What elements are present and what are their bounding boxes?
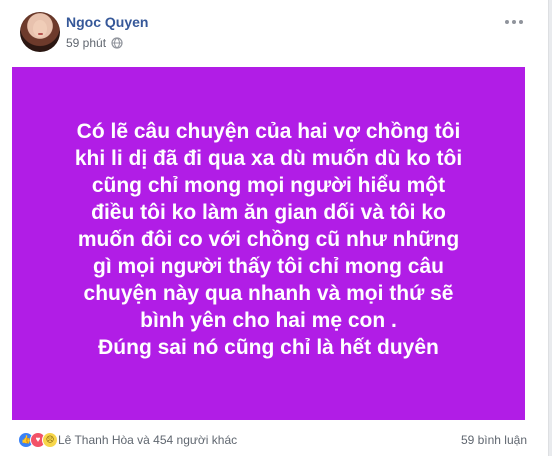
- post-text: Có lẽ câu chuyện của hai vợ chồng tôi kh…: [12, 118, 525, 361]
- more-options-button[interactable]: [502, 13, 526, 31]
- post-text-line: chuyện này qua nhanh và mọi thứ sẽ: [83, 282, 454, 305]
- comments-count-link[interactable]: 59 bình luận: [461, 432, 527, 448]
- reactions-count-link[interactable]: Lê Thanh Hòa và 454 người khác: [58, 432, 237, 448]
- sad-icon: ☹: [42, 432, 58, 448]
- facebook-post-page: Ngoc Quyen 59 phút Có lẽ câu chuyện của …: [0, 0, 552, 456]
- post-text-line: cũng chỉ mong mọi người hiểu một: [91, 174, 446, 197]
- post-text-line: khi li dị đã đi qua xa dù muốn dù ko tôi: [74, 147, 463, 170]
- more-icon: [505, 20, 523, 24]
- post-text-line: điều tôi ko làm ăn gian dối và tôi ko: [91, 201, 446, 224]
- author-name-link[interactable]: Ngoc Quyen: [66, 13, 148, 31]
- post-text-line: Có lẽ câu chuyện của hai vợ chồng tôi: [76, 120, 461, 143]
- post-header: Ngoc Quyen 59 phút: [0, 0, 548, 62]
- post-card: Ngoc Quyen 59 phút Có lẽ câu chuyện của …: [0, 0, 549, 456]
- post-meta: 59 phút: [66, 35, 123, 51]
- reaction-summary[interactable]: 👍 ♥ ☹: [18, 432, 62, 448]
- post-text-line: Đúng sai nó cũng chỉ là hết duyên: [98, 336, 439, 359]
- post-text-line: bình yên cho hai mẹ con .: [140, 309, 397, 332]
- author-avatar[interactable]: [20, 12, 60, 52]
- post-time-link[interactable]: 59 phút: [66, 36, 106, 50]
- globe-icon: [111, 37, 123, 49]
- post-footer: 👍 ♥ ☹ Lê Thanh Hòa và 454 người khác 59 …: [0, 420, 548, 456]
- post-text-line: muốn đôi co với chồng cũ như những: [77, 228, 460, 251]
- avatar-lips: [38, 33, 43, 35]
- post-text-line: gì mọi người thấy tôi chỉ mong câu: [93, 255, 444, 278]
- post-background: Có lẽ câu chuyện của hai vợ chồng tôi kh…: [12, 67, 525, 420]
